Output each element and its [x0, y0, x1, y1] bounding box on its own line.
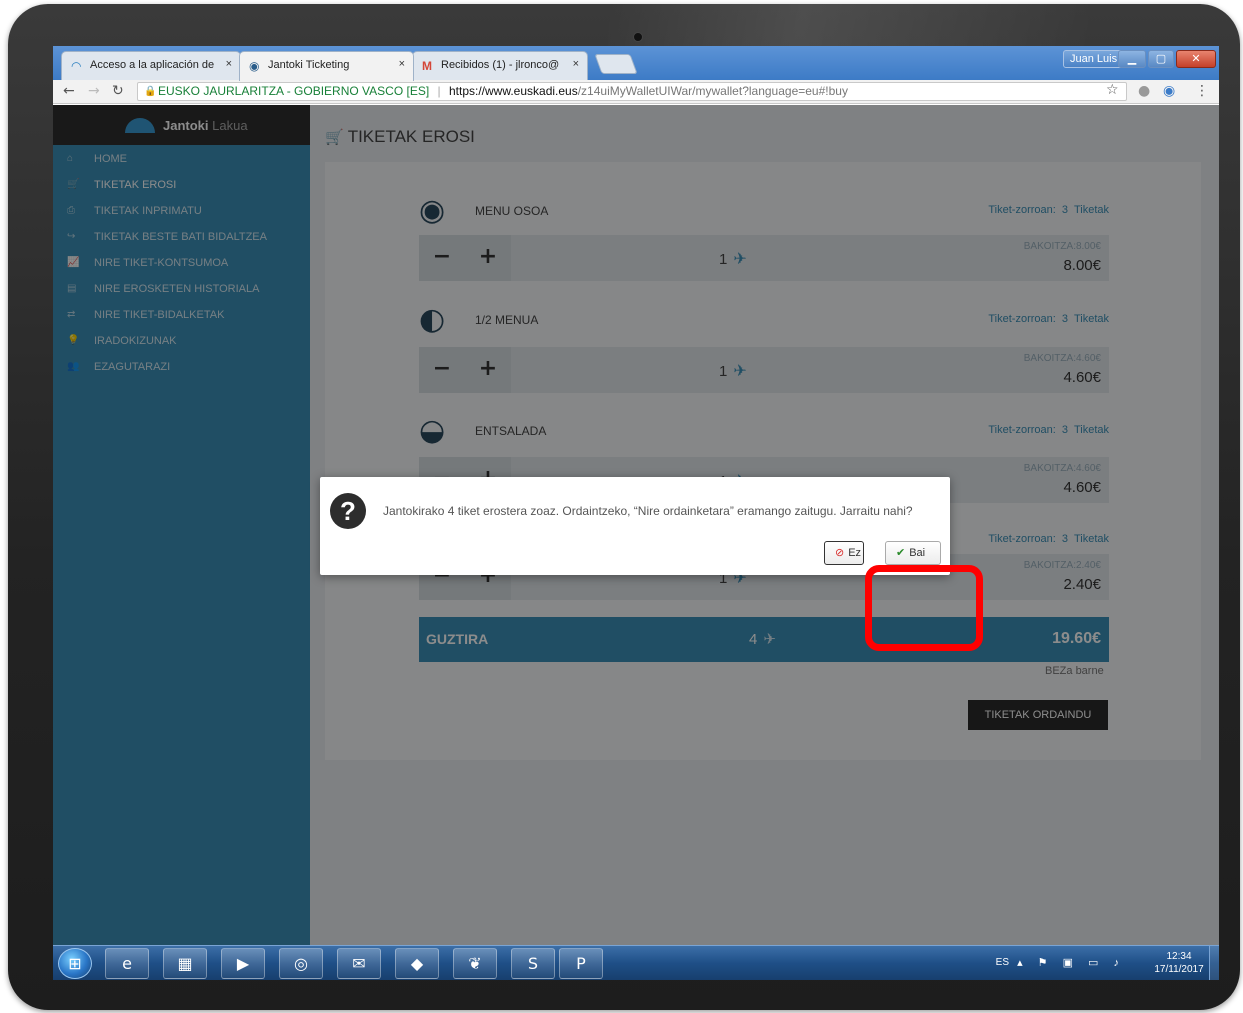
back-arrow-icon[interactable]: ←	[63, 83, 75, 99]
confirm-dialog: ? Jantokirako 4 tiket erostera zoaz. Ord…	[320, 477, 950, 575]
tray-icons[interactable]: ▴ ⚑ ▣ ▭ ♪	[1017, 956, 1125, 969]
tab-gmail[interactable]: M Recibidos (1) - jlronco@ ×	[412, 51, 588, 80]
notes-icon[interactable]: ◆	[395, 948, 439, 979]
address-bar: ← → ↻ 🔒 EUSKO JAURLARITZA - GOBIERNO VAS…	[53, 80, 1219, 104]
explorer-icon[interactable]: ▦	[163, 948, 207, 979]
url-separator: |	[437, 84, 441, 98]
menu-kebab-icon[interactable]: ⋮	[1195, 83, 1209, 99]
confirm-label: Bai	[909, 547, 926, 559]
plate-icon: ◉	[249, 59, 260, 73]
start-button[interactable]: ⊞	[58, 948, 92, 979]
clock-date: 17/11/2017	[1154, 964, 1204, 975]
windows-taskbar: ⊞ e ▦ ▶ ◎ ✉ ◆ ❦ S P ES ▴ ⚑ ▣ ▭ ♪ 12:34 1…	[53, 945, 1219, 980]
tab-jantoki[interactable]: ◉ Jantoki Ticketing ×	[239, 51, 414, 81]
minimize-button[interactable]: ▁	[1118, 50, 1146, 68]
tab-label: Jantoki Ticketing	[268, 59, 350, 71]
extension-icon[interactable]: ●	[1138, 83, 1150, 99]
confirm-button[interactable]: ✔ Bai	[885, 541, 941, 565]
media-icon[interactable]: ▶	[221, 948, 265, 979]
arc-logo-icon: ◠	[71, 59, 82, 73]
forward-arrow-icon[interactable]: →	[88, 83, 100, 99]
webcam	[633, 32, 643, 42]
close-icon[interactable]: ×	[399, 58, 405, 70]
reload-icon[interactable]: ↻	[112, 83, 124, 99]
powerpoint-icon[interactable]: P	[559, 948, 603, 979]
clock-time: 12:34	[1166, 951, 1192, 962]
url-input[interactable]: 🔒 EUSKO JAURLARITZA - GOBIERNO VASCO [ES…	[137, 82, 1127, 101]
tab-label: Recibidos (1) - jlronco@	[441, 59, 560, 71]
bookmark-star-icon[interactable]: ☆	[1106, 82, 1119, 98]
page-content: Jantoki Lakua ⌂ HOME 🛒 TIKETAK EROSI ⎙ TIKE…	[53, 105, 1219, 945]
close-icon[interactable]: ×	[573, 58, 579, 70]
new-tab-button[interactable]	[594, 54, 638, 74]
ie-icon[interactable]: e	[105, 948, 149, 979]
url-path: /z14uiMyWalletUIWar/mywallet?language=eu…	[577, 84, 848, 98]
skype-icon[interactable]: S	[511, 948, 555, 979]
browser-tab-bar: ◠ Acceso a la aplicación de × ◉ Jantoki …	[53, 46, 1219, 81]
outlook-icon[interactable]: ✉	[337, 948, 381, 979]
tab-label: Acceso a la aplicación de	[90, 59, 215, 71]
language-indicator[interactable]: ES	[996, 957, 1009, 968]
url-host: https://www.euskadi.eus	[448, 84, 578, 98]
laptop-bezel: ◠ Acceso a la aplicación de × ◉ Jantoki …	[8, 4, 1240, 1010]
show-desktop-button[interactable]	[1209, 946, 1219, 980]
gmail-icon: M	[422, 59, 432, 73]
tab-acceso[interactable]: ◠ Acceso a la aplicación de ×	[61, 51, 241, 80]
question-icon: ?	[330, 493, 366, 529]
highlight-annotation	[865, 565, 983, 651]
window-user-badge[interactable]: Juan Luis	[1063, 50, 1125, 68]
butterfly-icon[interactable]: ❦	[453, 948, 497, 979]
cancel-button[interactable]: ⊘ Ez	[824, 541, 864, 565]
chrome-icon[interactable]: ◎	[279, 948, 323, 979]
clock[interactable]: 12:34 17/11/2017	[1151, 950, 1207, 976]
screen: ◠ Acceso a la aplicación de × ◉ Jantoki …	[53, 46, 1219, 980]
cancel-icon: ⊘	[835, 547, 845, 559]
site-identity: EUSKO JAURLARITZA - GOBIERNO VASCO [ES]	[158, 84, 430, 98]
close-icon[interactable]: ×	[226, 58, 232, 70]
maximize-button[interactable]: ▢	[1148, 50, 1174, 68]
window-close-button[interactable]: ✕	[1176, 50, 1216, 68]
cancel-label: Ez	[848, 547, 862, 559]
extension-globe-icon[interactable]: ◉	[1163, 83, 1175, 99]
dialog-message: Jantokirako 4 tiket erostera zoaz. Ordai…	[383, 504, 913, 518]
check-icon: ✔	[896, 547, 906, 559]
lock-icon: 🔒	[144, 86, 157, 97]
